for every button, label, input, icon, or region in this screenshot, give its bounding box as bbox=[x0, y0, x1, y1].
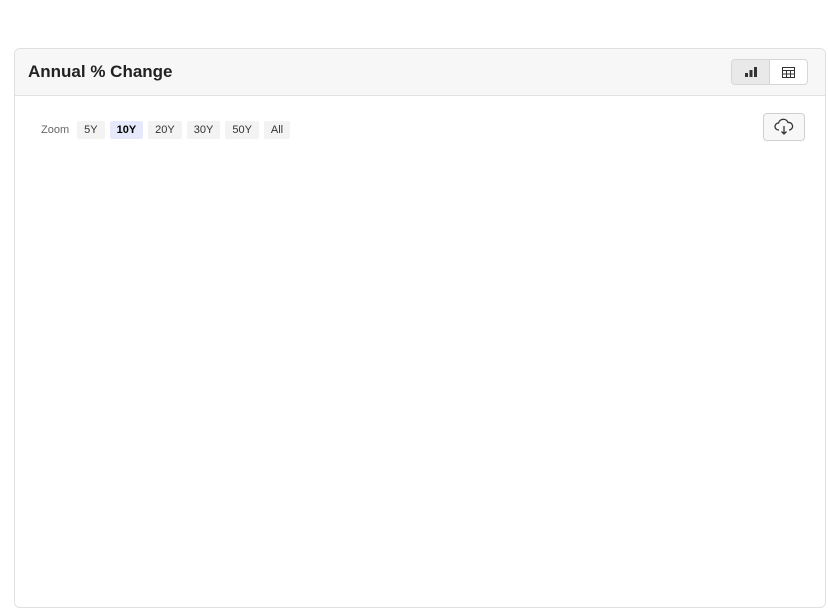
bar-chart-icon bbox=[744, 67, 757, 77]
cloud-download-icon bbox=[774, 118, 794, 135]
zoom-10y-button[interactable]: 10Y bbox=[109, 121, 144, 139]
zoom-label: Zoom bbox=[41, 124, 70, 136]
download-button[interactable] bbox=[763, 113, 805, 141]
zoom-all-button[interactable]: All bbox=[263, 121, 291, 139]
chart-title: Annual % Change bbox=[28, 62, 173, 81]
zoom-5y-button[interactable]: 5Y bbox=[77, 121, 105, 139]
zoom-50y-button[interactable]: 50Y bbox=[225, 121, 259, 139]
chart-view-button[interactable] bbox=[732, 60, 770, 84]
table-icon bbox=[782, 66, 795, 78]
table-view-button[interactable] bbox=[770, 60, 807, 84]
zoom-bar: Zoom 5Y 10Y 20Y 30Y 50Y All bbox=[41, 121, 291, 139]
zoom-20y-button[interactable]: 20Y bbox=[148, 121, 182, 139]
view-toggle bbox=[731, 59, 808, 85]
zoom-30y-button[interactable]: 30Y bbox=[186, 121, 221, 139]
chart-card: Annual % Change Zoom 5Y 10Y 20Y 30Y 50Y … bbox=[14, 48, 826, 608]
card-header: Annual % Change bbox=[15, 49, 825, 96]
